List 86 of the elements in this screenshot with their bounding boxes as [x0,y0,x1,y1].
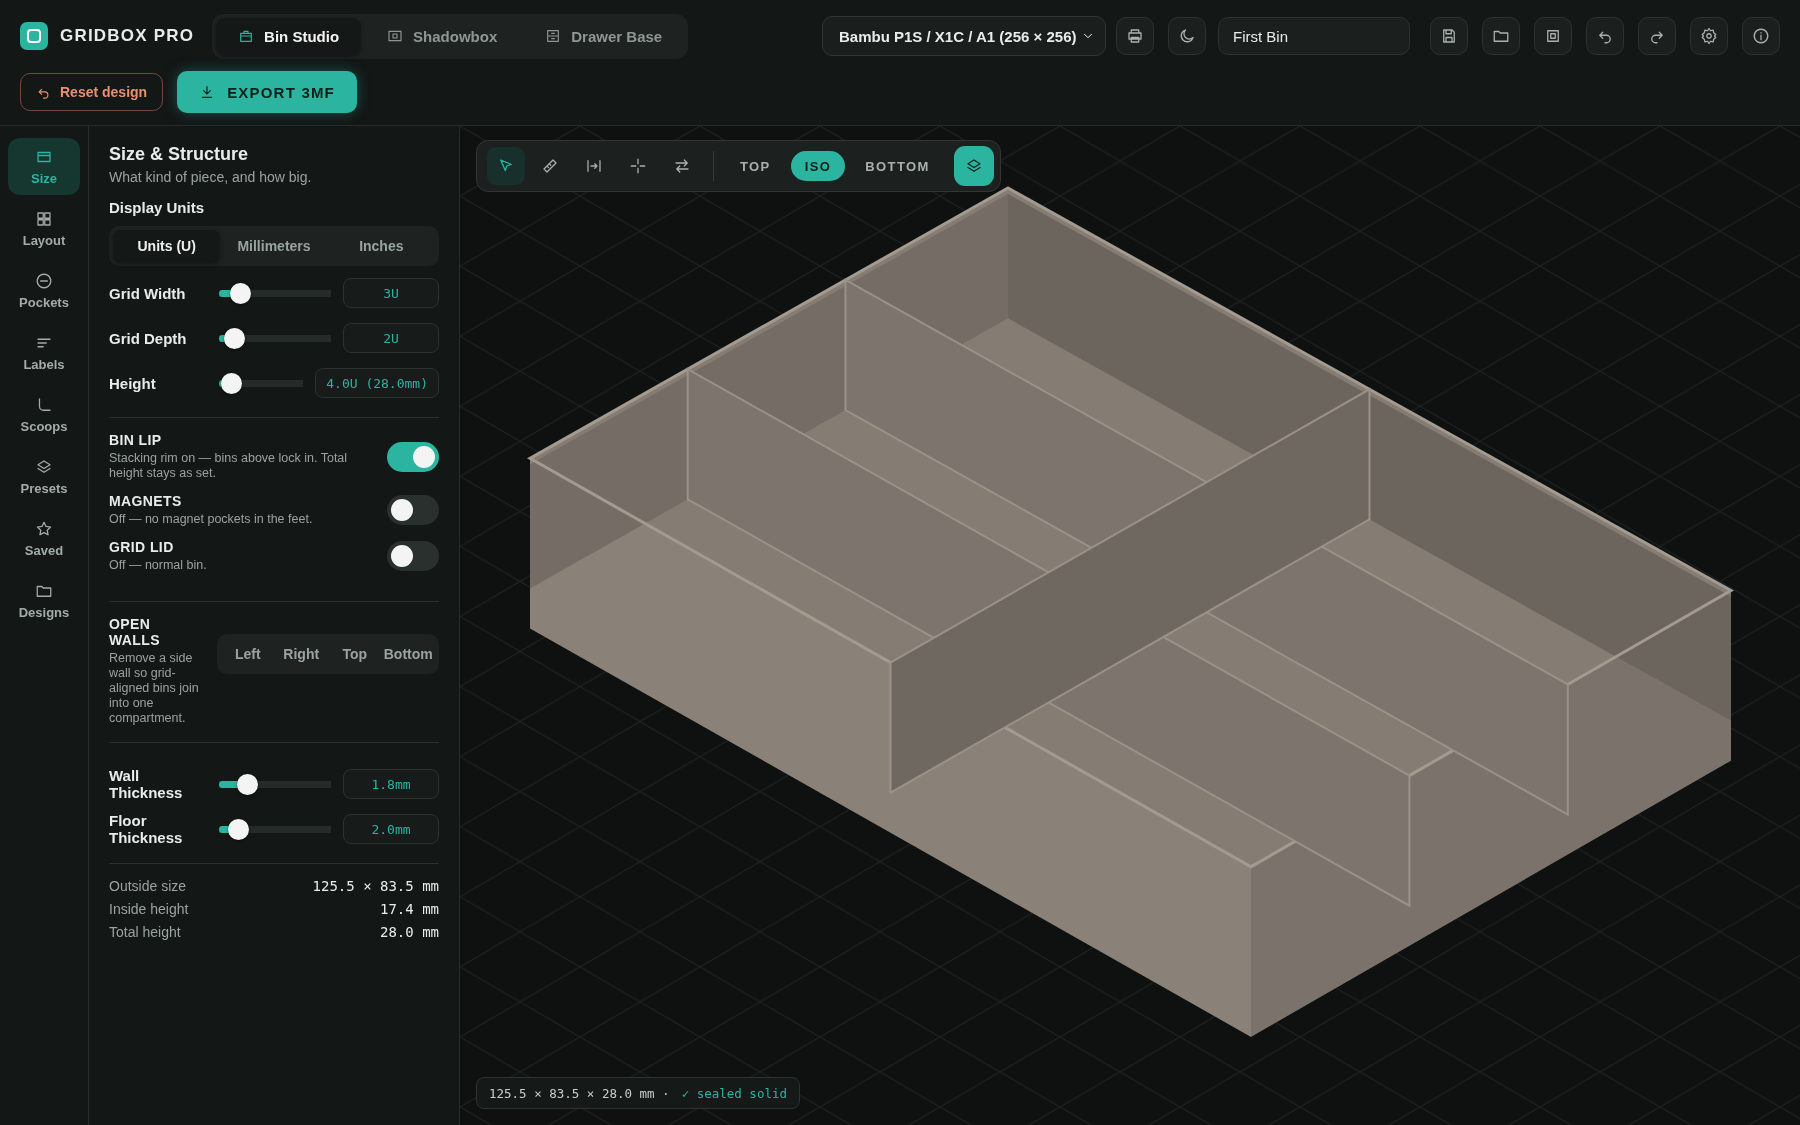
wall-option[interactable]: Top [328,638,382,670]
wall-option[interactable]: Left [221,638,275,670]
slider-label: Grid Depth [109,329,188,347]
toggle-switch[interactable] [387,495,439,525]
toggle-switch[interactable] [387,441,439,472]
star-icon [35,519,53,538]
dimensions-text: 125.5 × 83.5 × 28.0 mm · [489,1085,670,1101]
mode-tab[interactable]: Bin Studio [216,17,362,55]
option-description: Remove a side wall so grid-aligned bins join into one compartment. [109,651,200,726]
settings-icon [1700,27,1718,45]
value-field[interactable]: 4.0U (28.0mm) [315,368,439,398]
tool-button[interactable] [487,147,525,185]
slider-label: Floor Thickness [109,812,184,846]
value-field[interactable]: 2U [343,323,439,353]
view-button[interactable]: ISO [790,151,846,181]
sidebar-item[interactable]: Designs [8,572,80,629]
info-icon [1752,27,1770,45]
slider-label: Wall Thickness [109,767,184,801]
sidebar-item[interactable]: Labels [8,324,80,381]
option-description: Off — normal bin. [109,558,207,573]
panel-title: Size & Structure [109,144,250,165]
toggle-switch[interactable] [387,541,439,571]
bag-icon [238,28,255,44]
slider-label: Grid Width [109,284,187,302]
value-field[interactable]: 3U [343,278,439,308]
stat-label: Outside size [109,878,187,894]
option-title: BIN LIP [109,432,163,448]
stat-value: 17.4 mm [380,901,439,917]
option-title: GRID LID [109,539,175,555]
sidebar-item[interactable]: Pockets [8,262,80,319]
redo-button[interactable] [1638,17,1676,55]
layers-button[interactable] [953,146,994,186]
unit-option[interactable]: Inches [327,230,435,262]
measure-icon [585,157,603,175]
value-field[interactable]: 1.8mm [343,769,439,799]
mode-tab[interactable]: Shadowbox [365,17,520,55]
crosshair-icon [629,157,647,175]
sidebar-item[interactable]: Presets [8,448,80,505]
open-button[interactable] [1482,17,1520,55]
view-button[interactable]: TOP [726,151,785,181]
ruler-icon [541,157,559,175]
option-title: OPEN WALLS [109,616,161,648]
logo-icon [20,22,48,50]
save-icon [1440,27,1458,45]
section-label: Display Units [109,199,206,216]
value-field[interactable]: 2.0mm [343,814,439,844]
sidebar-item[interactable]: Saved [8,510,80,567]
layers-icon [964,157,983,175]
stat-label: Total height [109,924,181,940]
grid-icon [35,209,53,228]
unit-option[interactable]: Millimeters [220,230,328,262]
printer-select[interactable]: Bambu P1S / X1C / A1 (256 × 256) [822,16,1106,56]
stat-value: 28.0 mm [380,924,439,940]
frame-icon [387,28,404,44]
option-description: Off — no magnet pockets in the feet. [109,512,313,527]
theme-button[interactable] [1168,17,1206,55]
option-description: Stacking rim on — bins above lock in. Total height stays as set. [109,451,349,481]
stat-label: Inside height [109,901,189,917]
info-button[interactable] [1742,17,1780,55]
status-text: ✓ sealed solid [681,1085,787,1101]
wall-option[interactable]: Right [274,638,328,670]
save-button[interactable] [1430,17,1468,55]
frame-icon [1544,27,1562,45]
sidebar-item[interactable]: Size [8,138,80,195]
swap-icon [673,157,691,175]
sidebar-item[interactable]: Scoops [8,386,80,443]
mode-tab[interactable]: Drawer Base [523,17,685,55]
option-title: MAGNETS [109,493,183,509]
wall-option[interactable]: Bottom [381,638,435,670]
stat-value: 125.5 × 83.5 mm [312,878,439,894]
unit-option[interactable]: Units (U) [113,230,221,262]
export-button[interactable]: EXPORT 3MF [177,71,357,113]
moon-icon [1178,27,1196,45]
panel-subtitle: What kind of piece, and how big. [109,169,313,185]
reset-button[interactable]: Reset design [20,73,164,111]
app-title: GRIDBOX PRO [60,26,195,46]
drawer-icon [545,28,562,44]
printer-icon [1126,27,1144,45]
design-name-field[interactable]: First Bin [1218,17,1410,55]
slider-label: Height [109,374,157,392]
sidebar-item[interactable]: Layout [8,200,80,257]
view-button[interactable]: BOTTOM [851,151,944,181]
frame-button[interactable] [1534,17,1572,55]
print-button[interactable] [1116,17,1154,55]
settings-button[interactable] [1690,17,1728,55]
undo-button[interactable] [1586,17,1624,55]
